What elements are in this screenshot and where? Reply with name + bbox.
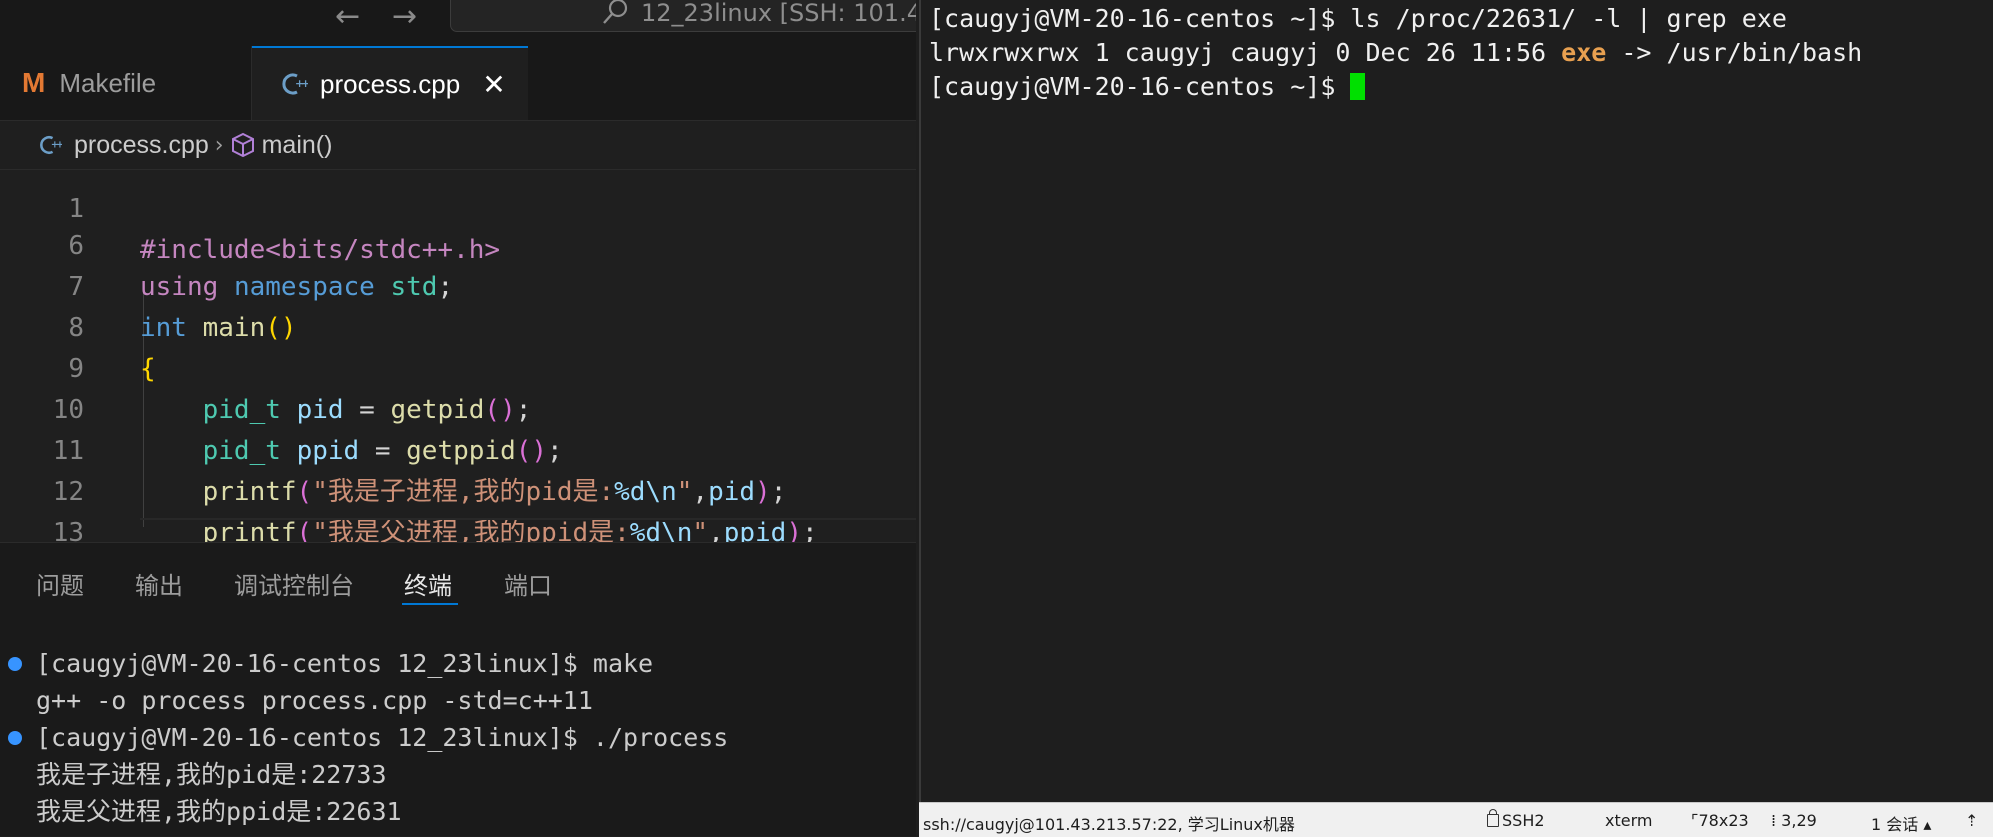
transfer-arrow-icon[interactable]: ⇡ — [1965, 811, 1978, 830]
terminal-line: 我是父进程,我的ppid是:22631 — [36, 797, 402, 826]
terminal-size-label: 78x23 — [1698, 811, 1749, 830]
panel-tab-bar: 问题 输出 调试控制台 终端 端口 — [0, 543, 916, 607]
terminal-cursor — [1350, 73, 1366, 100]
method-cube-icon — [231, 132, 254, 158]
vscode-window: ← → 12_23linux [SSH: 101.43. M Makefile … — [0, 0, 916, 836]
breadcrumb-file[interactable]: process.cpp — [74, 131, 209, 160]
makefile-m-icon: M — [22, 67, 46, 98]
svg-text:+: + — [301, 77, 308, 90]
back-arrow-icon[interactable]: ← — [335, 2, 360, 32]
bottom-panel: 问题 输出 调试控制台 终端 端口 [caugyj@VM-20-16-cento… — [0, 542, 916, 836]
cursor-position: ⁞ 3,29 — [1771, 811, 1817, 830]
ssh-text: -> /usr/bin/bash — [1606, 38, 1863, 67]
breadcrumb: + + process.cpp › main() — [0, 121, 916, 169]
tab-ports[interactable]: 端口 — [504, 566, 552, 601]
code-line: 7 int main() — [0, 226, 916, 343]
terminal-size: ⌜78x23 — [1691, 811, 1749, 830]
code-line: 12 printf("我是父进程,我的ppid是:%d\n",ppid); — [0, 431, 916, 543]
code-line: 13 return 0; — [0, 472, 916, 543]
terminal-line: [caugyj@VM-20-16-centos 12_23linux]$ mak… — [36, 649, 654, 678]
lock-icon — [1487, 809, 1499, 827]
svg-text:+: + — [56, 140, 62, 151]
code-line: 8 { — [0, 267, 916, 384]
code-line: 11 printf("我是子进程,我的pid是:%d\n",pid); — [0, 390, 916, 507]
code-editor[interactable]: 1 #include<bits/stdc++.h> 6 using namesp… — [0, 169, 916, 543]
tab-problems[interactable]: 问题 — [36, 566, 84, 601]
session-count-label: 1 会话 — [1871, 815, 1919, 834]
cursor-pos-icon: ⁞ — [1771, 811, 1782, 830]
tab-output[interactable]: 输出 — [135, 566, 183, 601]
terminal-line: g++ -o process process.cpp -std=c++11 — [36, 686, 593, 715]
tab-process-cpp-label: process.cpp — [320, 68, 461, 99]
cpp-icon: + + — [40, 136, 62, 154]
grep-match: exe — [1561, 38, 1607, 67]
command-center[interactable]: 12_23linux [SSH: 101.43. — [450, 0, 916, 32]
breadcrumb-symbol[interactable]: main() — [262, 131, 333, 160]
code-line: 6 using namespace std; — [0, 185, 916, 302]
ssh-terminal-line: [caugyj@VM-20-16-centos ~]$ — [929, 70, 1366, 103]
forward-arrow-icon[interactable]: → — [392, 2, 417, 32]
tab-debug-console[interactable]: 调试控制台 — [234, 566, 354, 601]
terminal-line: 我是子进程,我的pid是:22733 — [36, 760, 387, 789]
session-count[interactable]: 1 会话 ▴ — [1871, 811, 1931, 835]
search-icon — [603, 0, 628, 24]
ssh-terminal-line: lrwxrwxrwx 1 caugyj caugyj 0 Dec 26 11:5… — [929, 36, 1862, 69]
title-bar: ← → 12_23linux [SSH: 101.43. — [0, 0, 916, 46]
close-icon[interactable]: ✕ — [482, 68, 505, 101]
caret-up-icon: ▴ — [1923, 815, 1932, 834]
active-tab-indicator — [402, 603, 458, 605]
ssh-text: lrwxrwxrwx 1 caugyj caugyj 0 Dec 26 11:5… — [929, 38, 1562, 67]
command-center-text: 12_23linux [SSH: 101.43. — [641, 0, 916, 27]
tab-terminal[interactable]: 终端 — [404, 566, 452, 601]
terminal-line: [caugyj@VM-20-16-centos 12_23linux]$ ./p… — [36, 723, 729, 752]
chevron-right-icon: › — [214, 132, 224, 158]
cpp-icon: + + — [282, 73, 308, 95]
editor-tab-bar: M Makefile + + process.cpp ✕ — [0, 46, 916, 121]
tab-process-cpp[interactable]: + + process.cpp ✕ — [252, 46, 528, 120]
code-line: 10 pid_t ppid = getppid(); — [0, 349, 916, 466]
tab-makefile-label: Makefile — [59, 67, 157, 98]
terminal-type: xterm — [1605, 811, 1653, 830]
protocol-label: SSH2 — [1502, 811, 1545, 830]
command-decoration-icon[interactable] — [8, 731, 22, 745]
protocol-status: SSH2 — [1487, 809, 1545, 830]
ssh-status-bar: ssh://caugyj@101.43.213.57:22, 学习Linux机器… — [919, 802, 1993, 837]
command-decoration-icon[interactable] — [8, 657, 22, 671]
size-corner-icon: ⌜ — [1691, 811, 1699, 830]
tab-makefile[interactable]: M Makefile — [0, 46, 252, 120]
code-line: 9 pid_t pid = getpid(); — [0, 308, 916, 425]
cursor-position-label: 3,29 — [1781, 811, 1817, 830]
ssh-terminal-line: [caugyj@VM-20-16-centos ~]$ ls /proc/226… — [929, 4, 1787, 33]
connection-info: ssh://caugyj@101.43.213.57:22, 学习Linux机器 — [923, 815, 1295, 834]
ssh-terminal[interactable]: [caugyj@VM-20-16-centos ~]$ ls /proc/226… — [919, 0, 1993, 836]
ssh-prompt: [caugyj@VM-20-16-centos ~]$ — [929, 72, 1351, 101]
code-line: 14 } — [0, 513, 916, 543]
